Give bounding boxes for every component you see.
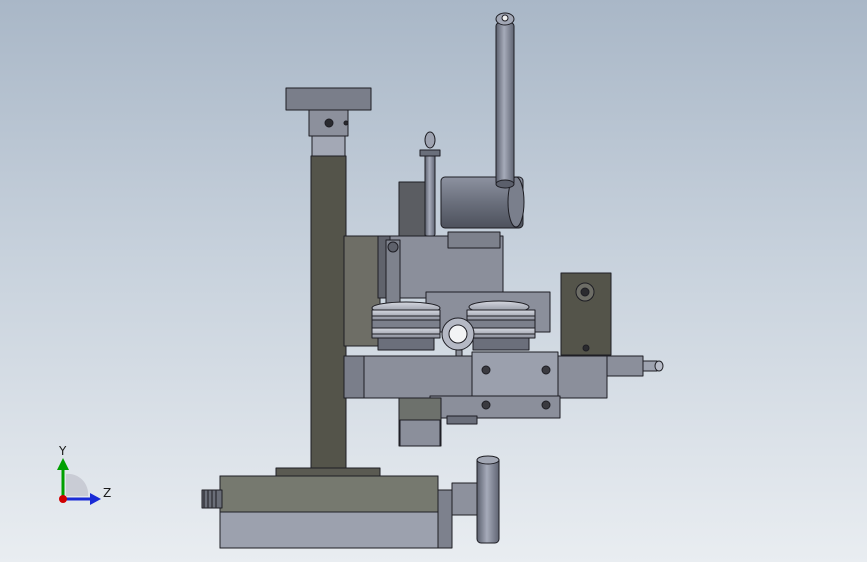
y-axis-head	[57, 458, 69, 470]
y-axis-label: Y	[58, 444, 67, 458]
right-bracket[interactable]	[560, 272, 612, 356]
z-axis-head	[90, 493, 101, 505]
fixture-model: Y Z	[57, 12, 664, 549]
lever-arm[interactable]	[440, 12, 525, 229]
slide-block[interactable]	[343, 351, 608, 447]
handwheel[interactable]	[451, 455, 500, 544]
x-axis-dot	[59, 495, 67, 503]
left-roller[interactable]	[371, 301, 441, 351]
triad-plane	[66, 473, 89, 496]
base-block[interactable]	[219, 475, 453, 549]
right-roller[interactable]	[466, 300, 536, 351]
threaded-stud	[201, 489, 223, 509]
vertical-column[interactable]	[275, 87, 381, 477]
orientation-triad: Y Z	[57, 444, 111, 505]
cad-viewport[interactable]: Y Z	[0, 0, 867, 562]
z-axis-label: Z	[103, 486, 111, 500]
